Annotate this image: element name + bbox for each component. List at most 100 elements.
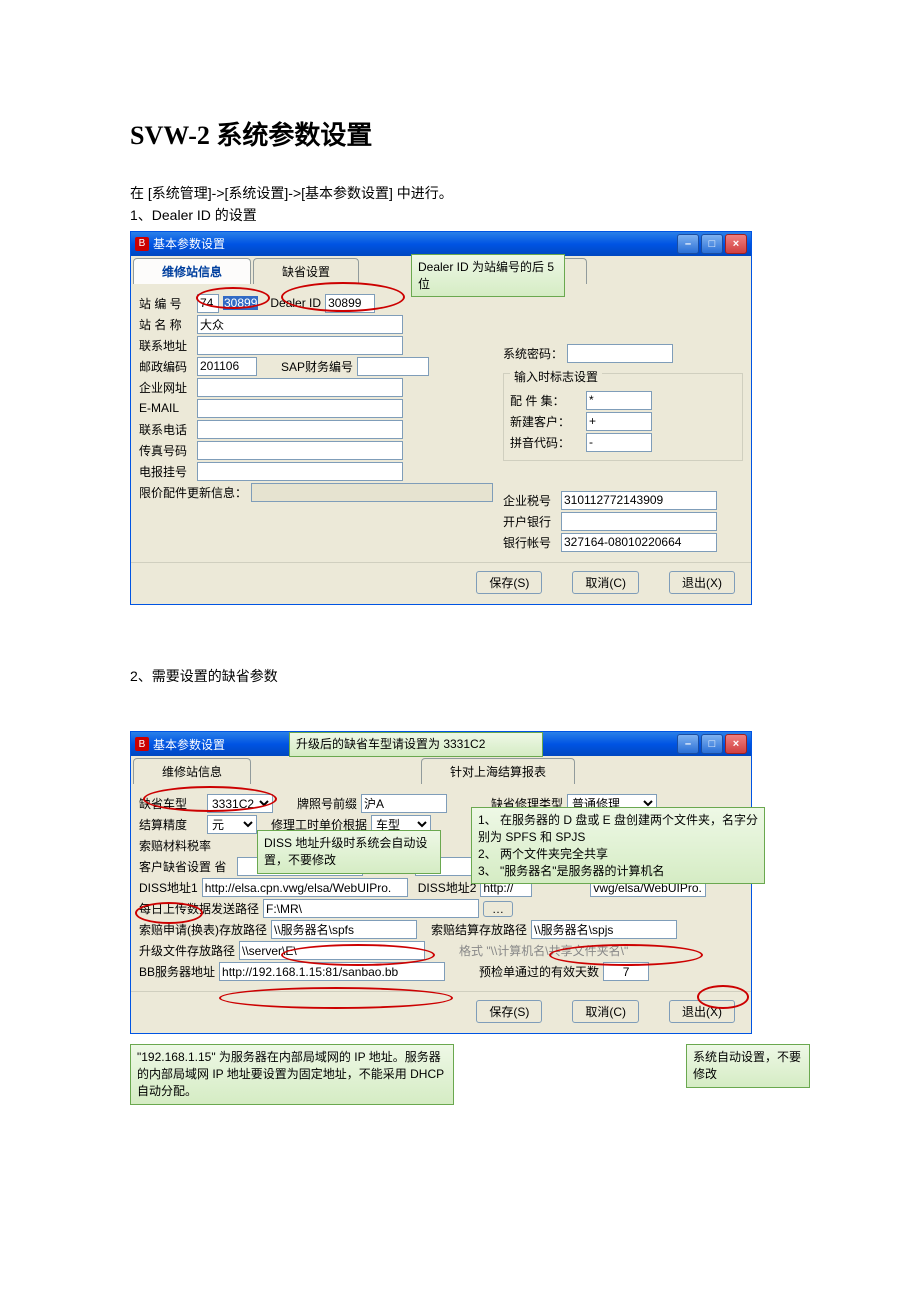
email-input[interactable] [197,399,403,418]
diss1-input[interactable] [202,878,408,897]
lbl-newcust: 新建客户： [510,413,582,430]
window-basic-params-1: B 基本参数设置 – □ × 维修站信息 缺省设置 隐 针对上海结算报表 站 编… [130,231,752,605]
exit-button[interactable]: 退出(X) [669,1000,735,1023]
tab-shanghai-report[interactable]: 针对上海结算报表 [421,758,575,784]
callout-server-line3: 3、 "服务器名"是服务器的计算机名 [478,863,758,880]
lbl-format: 格式 "\\计算机名\共享文件夹名\" [459,942,628,959]
lbl-custdef: 客户缺省设置 省 [139,858,233,875]
section1-title: 1、Dealer ID 的设置 [130,204,790,226]
lbl-fax: 传真号码 [139,442,193,459]
exit-button[interactable]: 退出(X) [669,571,735,594]
upgrade-input[interactable] [239,941,425,960]
precheck-input[interactable] [603,962,649,981]
taxno-input[interactable] [561,491,717,510]
station-name-input[interactable] [197,315,403,334]
tab-default-settings[interactable]: 缺省设置 [253,258,359,284]
station-no-b-selected: 30899 [223,296,258,310]
callout-diss: DISS 地址升级时系统会自动设置，不要修改 [257,830,441,874]
callout-server: 1、 在服务器的 D 盘或 E 盘创建两个文件夹，名字分别为 SPFS 和 SP… [471,807,765,884]
callout-auto: 系统自动设置，不要修改 [686,1044,810,1088]
fieldset-title: 输入时标志设置 [510,370,602,384]
prec-select[interactable]: 元 [207,815,257,834]
tab-station-info[interactable]: 维修站信息 [133,758,251,784]
dealer-id-input[interactable] [325,294,375,313]
lbl-phone: 联系电话 [139,421,193,438]
window-title: 基本参数设置 [153,235,225,252]
lbl-telex: 电报挂号 [139,463,193,480]
lbl-taxno: 企业税号 [503,492,557,509]
close-button[interactable]: × [725,234,747,254]
postcode-input[interactable] [197,357,257,376]
callout-dealer-id: Dealer ID 为站编号的后 5 位 [411,254,565,298]
app-icon: B [135,737,149,751]
callout-bb-ip: "192.168.1.15" 为服务器在内部局域网的 IP 地址。服务器的内部局… [130,1044,454,1104]
browse-button[interactable]: … [483,901,513,917]
lbl-claimtax: 索赔材料税率 [139,837,215,854]
save-button[interactable]: 保存(S) [476,571,542,594]
lbl-claimcalc: 索赔结算存放路径 [431,921,527,938]
lbl-parts: 配 件 集： [510,392,582,409]
claimreq-input[interactable] [271,920,417,939]
lbl-station-name: 站 名 称 [139,316,193,333]
section2-title: 2、需要设置的缺省参数 [130,665,790,687]
cartype-select[interactable]: 3331C2 [207,794,273,813]
tab-station-info[interactable]: 维修站信息 [133,258,251,284]
window-title: 基本参数设置 [153,736,225,753]
parts-input[interactable] [586,391,652,410]
lbl-daily: 每日上传数据发送路径 [139,900,259,917]
fax-input[interactable] [197,441,403,460]
lbl-syspwd: 系统密码： [503,345,563,362]
telex-input[interactable] [197,462,403,481]
lbl-limit: 限价配件更新信息： [139,484,247,501]
cancel-button[interactable]: 取消(C) [572,1000,639,1023]
lbl-cartype: 缺省车型 [139,795,203,812]
lbl-diss1: DISS地址1 [139,879,198,896]
lbl-prec: 结算精度 [139,816,203,833]
bank-input[interactable] [561,512,717,531]
cancel-button[interactable]: 取消(C) [572,571,639,594]
station-no-a-input[interactable] [197,294,219,313]
minimize-button[interactable]: – [677,234,699,254]
plate-input[interactable] [361,794,447,813]
lbl-claimreq: 索赔申请(换表)存放路径 [139,921,267,938]
callout-server-line2: 2、 两个文件夹完全共享 [478,846,758,863]
minimize-button[interactable]: – [677,734,699,754]
intro-text: 在 [系统管理]->[系统设置]->[基本参数设置] 中进行。 [130,182,790,204]
lbl-bank: 开户银行 [503,513,557,530]
phone-input[interactable] [197,420,403,439]
label-dealer-id: Dealer ID [270,296,321,310]
syspwd-input[interactable] [567,344,673,363]
app-icon: B [135,237,149,251]
bankacct-input[interactable] [561,533,717,552]
website-input[interactable] [197,378,403,397]
maximize-button[interactable]: □ [701,234,723,254]
titlebar: B 基本参数设置 – □ × [131,232,751,256]
lbl-website: 企业网址 [139,379,193,396]
page-title: SVW-2 系统参数设置 [130,115,790,152]
lbl-diss2: DISS地址2 [418,879,477,896]
claimcalc-input[interactable] [531,920,677,939]
lbl-upgrade: 升级文件存放路径 [139,942,235,959]
maximize-button[interactable]: □ [701,734,723,754]
callout-cartype: 升级后的缺省车型请设置为 3331C2 [289,732,543,757]
lbl-bb: BB服务器地址 [139,963,215,980]
contact-addr-input[interactable] [197,336,403,355]
newcust-input[interactable] [586,412,652,431]
pinyin-input[interactable] [586,433,652,452]
lbl-plate: 牌照号前缀 [297,795,357,812]
lbl-contact-addr: 联系地址 [139,337,193,354]
close-button[interactable]: × [725,734,747,754]
sap-input[interactable] [357,357,429,376]
label-station-no: 站 编 号 [139,295,193,312]
lbl-precheck: 预检单通过的有效天数 [479,963,599,980]
lbl-postcode: 邮政编码 [139,358,193,375]
lbl-sap: SAP财务编号 [281,358,353,375]
daily-input[interactable] [263,899,479,918]
lbl-bankacct: 银行帐号 [503,534,557,551]
save-button[interactable]: 保存(S) [476,1000,542,1023]
lbl-email: E-MAIL [139,401,193,415]
limit-info [251,483,493,502]
window-basic-params-2: B 基本参数设置 – □ × 维修站信息 隐藏 隐藏 针对上海结算报表 缺省车型… [130,731,752,1034]
bb-input[interactable] [219,962,445,981]
lbl-pinyin: 拼音代码： [510,434,582,451]
